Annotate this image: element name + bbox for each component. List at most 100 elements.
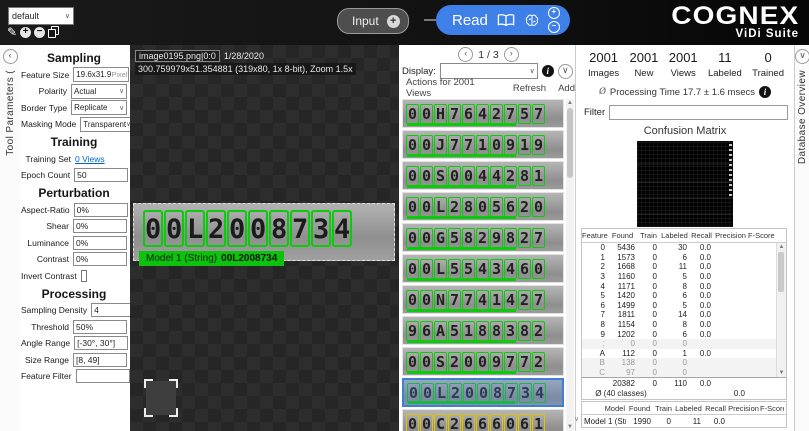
view-thumbnail[interactable]: 00N7741427	[402, 285, 564, 314]
feature-size-input[interactable]: 19.6x31.9 Pixel	[73, 67, 129, 82]
contrast-row: Contrast	[21, 252, 127, 266]
refresh-button[interactable]: Refresh	[513, 83, 546, 94]
collapse-bottom-icon[interactable]: ∨	[574, 415, 579, 423]
table-row[interactable]: 718110140.0	[582, 310, 786, 320]
aspect-ratio-input[interactable]	[74, 203, 128, 217]
scrollbar-thumb[interactable]	[778, 252, 784, 292]
luminance-input[interactable]	[73, 236, 127, 250]
edit-icon[interactable]: ✎	[7, 26, 17, 38]
scrollbar-thumb[interactable]	[567, 108, 573, 178]
add-icon[interactable]: +	[20, 27, 31, 38]
info-icon[interactable]: i	[759, 86, 771, 98]
feature-filter-row: Feature Filter	[21, 369, 127, 383]
filter-input[interactable]	[609, 105, 788, 120]
input-node-button[interactable]: Input +	[337, 8, 409, 34]
table-row[interactable]: 61499050.0	[582, 301, 786, 311]
sampling-heading: Sampling	[21, 51, 127, 65]
db-stat: 2001Images	[588, 50, 619, 79]
feature-size-preview[interactable]	[146, 381, 176, 415]
feature-table-header: FeatureFoundTrainLabeledRecallPrecisionF…	[582, 229, 786, 243]
tool-parameters-panel: Sampling Feature Size 19.6x31.9 Pixel Po…	[20, 45, 130, 431]
training-set-link[interactable]: 0 Views	[75, 154, 127, 164]
workspace-select[interactable]: default ∨	[8, 7, 74, 25]
scroll-down-icon[interactable]: ▼	[566, 423, 574, 431]
remove-icon[interactable]: −	[34, 27, 45, 38]
border-type-select[interactable]: Replicate∨	[71, 100, 127, 115]
tool-parameters-tab[interactable]: Tool Parameters (	[5, 70, 16, 156]
model-name: Model 1 (String)	[146, 253, 217, 264]
display-label: Display:	[402, 66, 436, 77]
view-thumbnail[interactable]: 00L2805620	[402, 192, 564, 221]
decrease-icon[interactable]: −	[548, 21, 560, 33]
table-row[interactable]: :000	[582, 339, 786, 349]
table-row[interactable]: 216680110.0	[582, 262, 786, 272]
angle-range-input[interactable]	[74, 336, 128, 350]
db-stat: 11Labeled	[708, 50, 742, 79]
table-row[interactable]: B13800	[582, 358, 786, 368]
clone-icon[interactable]	[48, 26, 59, 38]
increase-icon[interactable]: +	[548, 7, 560, 19]
feature-table-scrollbar[interactable]: ▲ ▼	[776, 243, 786, 377]
database-overview-tab[interactable]: Database Overview	[797, 70, 808, 164]
view-thumbnail[interactable]: 00L2008734	[402, 378, 564, 407]
invert-contrast-checkbox[interactable]	[81, 270, 87, 282]
prev-page-icon[interactable]: ‹	[458, 47, 473, 62]
size-range-input[interactable]	[73, 353, 127, 367]
table-row[interactable]: 11573060.0	[582, 253, 786, 263]
feature-size-row: Feature Size 19.6x31.9 Pixel	[21, 68, 127, 82]
next-page-icon[interactable]: ›	[504, 47, 519, 62]
contrast-input[interactable]	[73, 252, 127, 266]
matrix-ticks	[729, 144, 732, 197]
confusion-matrix[interactable]	[637, 141, 733, 227]
table-row[interactable]: 31160050.0	[582, 272, 786, 282]
shear-input[interactable]	[73, 219, 127, 233]
scroll-up-icon[interactable]: ▲	[777, 243, 786, 251]
expand-icon[interactable]: ∨	[558, 64, 573, 79]
masking-mode-label: Masking Mode	[21, 119, 80, 129]
brand-name: COGNEX	[671, 4, 799, 29]
scroll-up-icon[interactable]: ▲	[566, 99, 574, 107]
scroll-down-icon[interactable]: ▼	[777, 369, 786, 377]
threshold-input[interactable]	[73, 320, 127, 334]
aspect-ratio-label: Aspect-Ratio	[21, 205, 74, 215]
feature-filter-label: Feature Filter	[21, 371, 76, 381]
table-row[interactable]: Model 1 (Str19900110.0	[582, 415, 786, 427]
table-row[interactable]: 51420060.0	[582, 291, 786, 301]
plus-icon[interactable]: +	[387, 15, 400, 28]
perturbation-heading: Perturbation	[21, 186, 127, 200]
view-thumbnail[interactable]: 00L5543460	[402, 254, 564, 283]
table-average-row: Ø (40 classes)0.0	[582, 389, 786, 400]
read-tool-button[interactable]: Read + −	[436, 5, 570, 35]
view-thumbnail[interactable]: 00S0044281	[402, 161, 564, 190]
table-row[interactable]: A112010.0	[582, 349, 786, 359]
table-row[interactable]: 81154080.0	[582, 320, 786, 330]
table-row[interactable]: 054360300.0	[582, 243, 786, 253]
masking-mode-select[interactable]: Transparent∨	[80, 117, 134, 132]
feature-filter-input[interactable]	[76, 369, 130, 383]
view-thumbnail[interactable]: 00G5829827	[402, 223, 564, 252]
database-overview-strip: ∨ Database Overview	[794, 45, 809, 431]
view-thumbnail[interactable]: 96A5188382	[402, 316, 564, 345]
views-gallery: ‹ 1 / 3 › Display: ∨ i ∨ Actions for 200…	[399, 45, 575, 431]
detected-region[interactable]: 00L2008734 Model 1 (String)00L2008734	[133, 203, 395, 261]
table-row[interactable]: 2038201100.0	[582, 378, 786, 389]
view-thumbnail[interactable]: 00C2666061	[402, 409, 564, 431]
image-canvas[interactable]: image0195.png|0:01/28/2020 300.759979x51…	[130, 45, 399, 431]
info-icon[interactable]: i	[542, 65, 554, 77]
gallery-scrollbar[interactable]: ▲ ▼	[566, 99, 574, 431]
collapse-right-icon[interactable]: ∨	[795, 49, 809, 64]
masking-mode-row: Masking Mode Transparent∨	[21, 117, 127, 131]
polarity-select[interactable]: Actual∨	[71, 84, 127, 99]
epoch-count-input[interactable]	[74, 168, 128, 182]
view-thumbnail[interactable]: 00S2009772	[402, 347, 564, 376]
collapse-left-icon[interactable]: ‹	[3, 49, 18, 64]
view-thumbnail[interactable]: 00H7642757	[402, 99, 564, 128]
actions-menu[interactable]: Actions for 2001 Views	[406, 77, 501, 99]
view-thumbnail[interactable]: 00J7710919	[402, 130, 564, 159]
table-row[interactable]: 41171080.0	[582, 281, 786, 291]
add-button[interactable]: Add	[558, 83, 575, 94]
table-row[interactable]: 91202060.0	[582, 329, 786, 339]
luminance-row: Luminance	[21, 236, 127, 250]
chevron-down-icon: ∨	[119, 104, 124, 112]
table-row[interactable]: C9700	[582, 368, 786, 378]
